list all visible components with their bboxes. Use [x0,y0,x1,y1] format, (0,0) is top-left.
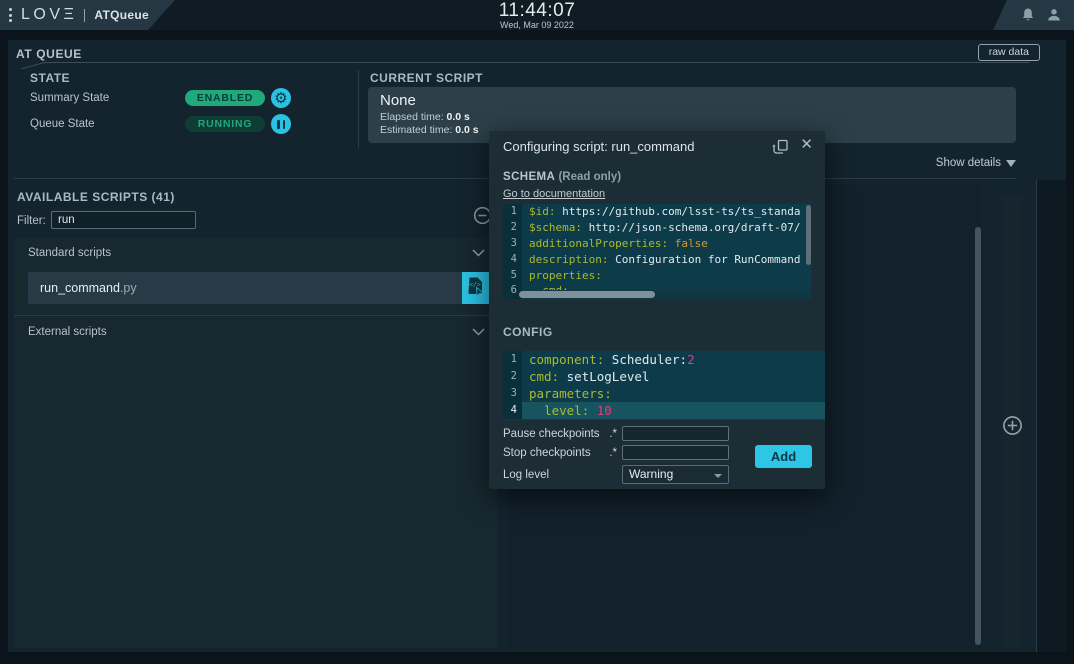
script-launch-icon: </> [467,277,485,299]
state-divider [358,70,359,148]
select-caret-icon [714,474,722,478]
chevron-down-icon [472,249,485,257]
external-scripts-group[interactable]: External scripts [14,317,497,347]
documentation-link[interactable]: Go to documentation [503,188,605,200]
schema-section-title: SCHEMA (Read only) [503,171,621,183]
config-editor[interactable]: 1component: Scheduler:22cmd: setLogLevel… [503,351,825,420]
pause-queue-button[interactable] [271,114,291,134]
stop-checkpoints-label: Stop checkpoints .* [503,447,617,459]
elapsed-time: Elapsed time: 0.0 s [380,111,1004,124]
pause-checkpoints-input[interactable] [622,426,729,441]
group-divider [14,315,497,316]
configure-script-modal: Configuring script: run_command ✕ SCHEMA… [489,131,825,489]
script-row-run-command[interactable]: run_command.py </> [28,272,490,304]
clock-time: 11:44:07 [0,2,1074,20]
v-scrollbar-thumb[interactable] [806,205,811,265]
top-bar: LOVΞ ATQueue 11:44:07 Wed, Mar 09 2022 [0,0,1074,30]
plus-circle-icon[interactable] [1002,415,1023,436]
show-details-caret [1006,160,1016,167]
right-gutter [1037,180,1066,652]
queue-state-badge: RUNNING [185,116,265,132]
legend-line [44,62,1030,63]
chevron-down-icon [472,328,485,336]
user-icon[interactable] [1046,7,1062,23]
panel-title: AT QUEUE [16,47,82,61]
filter-input[interactable] [51,211,196,229]
queue-state-label: Queue State [30,118,95,130]
launch-script-button[interactable]: </> [462,272,490,304]
current-script-name: None [380,92,1004,109]
summary-state-badge: ENABLED [185,90,265,106]
svg-text:</>: </> [469,281,481,289]
pause-icon [277,120,285,129]
clock: 11:44:07 Wed, Mar 09 2022 [0,2,1074,30]
close-icon[interactable]: ✕ [800,136,813,154]
current-script-title: CURRENT SCRIPT [370,71,483,85]
modal-title: Configuring script: run_command [503,139,694,154]
log-level-select[interactable]: Warning [622,465,729,484]
state-section-title: STATE [30,71,70,85]
schema-editor[interactable]: 1$id: https://github.com/lsst-ts/ts_stan… [503,204,811,299]
scripts-list: Standard scripts run_command.py </> Exte… [14,238,497,648]
filter-label: Filter: [17,215,46,227]
add-button[interactable]: Add [755,445,812,468]
log-level-label: Log level [503,469,583,481]
script-name: run_command.py [40,272,137,304]
clock-date: Wed, Mar 09 2022 [0,20,1074,30]
bell-icon[interactable] [1020,7,1036,23]
gear-icon: ⚙ [274,91,287,106]
standard-scripts-group[interactable]: Standard scripts [14,238,497,268]
vertical-scrollbar[interactable] [975,227,981,645]
legend-diagonal [21,62,45,69]
config-section-title: CONFIG [503,325,553,339]
raw-data-button[interactable]: raw data [978,44,1040,61]
available-scripts-section: AVAILABLE SCRIPTS (41) Filter: Standard … [14,185,497,648]
show-details-toggle[interactable]: Show details [936,157,1016,169]
detach-icon[interactable] [772,139,789,155]
summary-state-gear-button[interactable]: ⚙ [271,88,291,108]
available-scripts-title: AVAILABLE SCRIPTS (41) [17,190,175,204]
stop-checkpoints-input[interactable] [622,445,729,460]
summary-state-label: Summary State [30,92,109,104]
h-scrollbar-thumb[interactable] [519,291,655,298]
pause-checkpoints-label: Pause checkpoints .* [503,428,617,440]
